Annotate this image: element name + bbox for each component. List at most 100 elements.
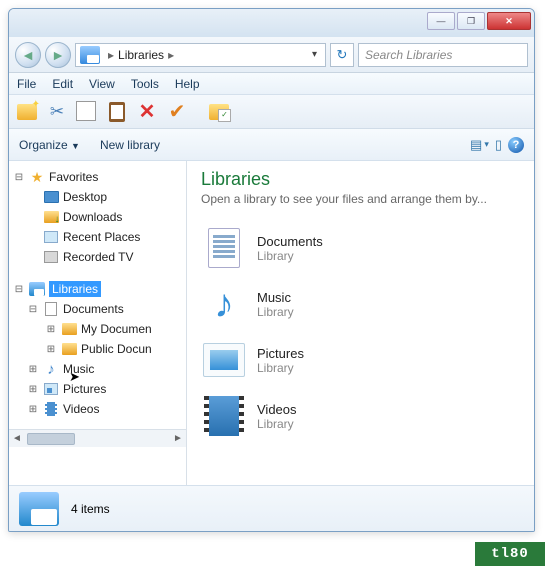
copy-icon <box>78 103 96 121</box>
chevron-down-icon: ▼ <box>71 141 80 151</box>
tree-label-selected: Libraries <box>49 281 101 297</box>
breadcrumb-separator: ▸ <box>108 48 114 62</box>
folder-icon <box>62 323 77 335</box>
folder-icon <box>62 343 77 355</box>
library-item-pictures[interactable]: PicturesLibrary <box>201 332 520 388</box>
explorer-window: — ❐ ✕ ◄ ► ▸ Libraries ▸ ▾ ↻ Search Libra… <box>8 8 535 532</box>
videos-icon <box>209 396 239 436</box>
new-folder-icon <box>17 104 37 120</box>
menu-file[interactable]: File <box>17 77 36 91</box>
tree-pictures[interactable]: ⊞ Pictures <box>9 379 186 399</box>
new-library-button[interactable]: New library <box>100 138 160 152</box>
organize-button[interactable]: Organize ▼ <box>19 138 80 152</box>
expand-icon[interactable]: ⊞ <box>27 404 39 415</box>
tree-libraries[interactable]: ⊟ Libraries <box>9 279 186 299</box>
menu-tools[interactable]: Tools <box>131 77 159 91</box>
minimize-button[interactable]: — <box>427 12 455 30</box>
back-button[interactable]: ◄ <box>15 42 41 68</box>
copy-button[interactable] <box>75 100 99 124</box>
tree-label: Favorites <box>49 170 98 184</box>
expand-icon[interactable]: ⊞ <box>27 384 39 395</box>
tree-recorded-tv[interactable]: ·Recorded TV <box>9 247 186 267</box>
collapse-icon[interactable]: ⊟ <box>27 304 39 315</box>
content-area: ⊟ ★ Favorites ·Desktop ·Downloads ·Recen… <box>9 161 534 485</box>
help-button[interactable]: ? <box>508 137 524 153</box>
menu-help[interactable]: Help <box>175 77 200 91</box>
toolbar: ✂ ✕ ✔ <box>9 95 534 129</box>
menu-edit[interactable]: Edit <box>52 77 73 91</box>
tree-label: Desktop <box>63 190 107 204</box>
expand-icon[interactable]: ⊞ <box>45 324 57 335</box>
expand-icon[interactable]: ⊞ <box>45 344 57 355</box>
close-button[interactable]: ✕ <box>487 12 531 30</box>
search-input[interactable]: Search Libraries <box>358 43 528 67</box>
scroll-thumb[interactable] <box>27 433 75 445</box>
maximize-button[interactable]: ❐ <box>457 12 485 30</box>
item-name: Videos <box>257 402 297 417</box>
paste-icon <box>109 102 125 122</box>
breadcrumb-item[interactable]: Libraries <box>118 48 164 62</box>
tv-icon <box>44 251 58 263</box>
tree-my-documents[interactable]: ⊞ My Documen <box>9 319 186 339</box>
horizontal-scrollbar[interactable]: ◄ ► <box>9 429 186 447</box>
tree-label: Recorded TV <box>63 250 133 264</box>
breadcrumb-separator[interactable]: ▸ <box>168 48 174 62</box>
tree-videos[interactable]: ⊞Videos <box>9 399 186 419</box>
menu-view[interactable]: View <box>89 77 115 91</box>
item-type: Library <box>257 249 323 263</box>
recent-places-icon <box>44 231 58 243</box>
delete-button[interactable]: ✕ <box>135 100 159 124</box>
tree-label: Recent Places <box>63 230 140 244</box>
star-icon: ★ <box>28 169 46 185</box>
libraries-icon <box>19 492 59 526</box>
item-name: Documents <box>257 234 323 249</box>
desktop-icon <box>44 191 59 203</box>
titlebar[interactable]: — ❐ ✕ <box>9 9 534 37</box>
tree-public-documents[interactable]: ⊞Public Docun <box>9 339 186 359</box>
pictures-icon <box>44 383 58 395</box>
apply-button[interactable]: ✔ <box>165 100 189 124</box>
library-item-documents[interactable]: DocumentsLibrary <box>201 220 520 276</box>
item-type: Library <box>257 305 294 319</box>
tree-documents[interactable]: ⊟Documents <box>9 299 186 319</box>
address-bar[interactable]: ▸ Libraries ▸ ▾ <box>75 43 326 67</box>
videos-icon <box>45 402 57 416</box>
music-icon: ♪ <box>201 282 247 326</box>
item-type: Library <box>257 417 297 431</box>
cut-button[interactable]: ✂ <box>45 100 69 124</box>
expand-icon[interactable]: ⊞ <box>27 364 39 375</box>
breadcrumb-dropdown[interactable]: ▾ <box>308 49 321 60</box>
paste-button[interactable] <box>105 100 129 124</box>
forward-button[interactable]: ► <box>45 42 71 68</box>
navigation-pane[interactable]: ⊟ ★ Favorites ·Desktop ·Downloads ·Recen… <box>9 161 187 485</box>
library-item-music[interactable]: ♪ MusicLibrary <box>201 276 520 332</box>
refresh-button[interactable]: ↻ <box>330 43 354 67</box>
tree-label: Music <box>63 362 94 376</box>
tree-music[interactable]: ⊞♪Music <box>9 359 186 379</box>
library-item-videos[interactable]: VideosLibrary <box>201 388 520 444</box>
scroll-right-icon[interactable]: ► <box>170 433 186 444</box>
page-title: Libraries <box>201 169 520 190</box>
collapse-icon[interactable]: ⊟ <box>13 172 25 183</box>
preview-pane-button[interactable]: ▯ <box>495 137 502 153</box>
new-folder-button[interactable] <box>15 100 39 124</box>
collapse-icon[interactable]: ⊟ <box>13 284 25 295</box>
page-subtitle: Open a library to see your files and arr… <box>201 192 520 206</box>
tree-recent-places[interactable]: ·Recent Places <box>9 227 186 247</box>
nav-bar: ◄ ► ▸ Libraries ▸ ▾ ↻ Search Libraries <box>9 37 534 73</box>
tree-label: Pictures <box>63 382 106 396</box>
scroll-left-icon[interactable]: ◄ <box>9 433 25 444</box>
item-name: Music <box>257 290 294 305</box>
properties-button[interactable] <box>207 100 231 124</box>
tree-label: My Documen <box>81 322 152 336</box>
document-icon <box>45 302 57 316</box>
status-bar: 4 items <box>9 485 534 531</box>
tree-favorites[interactable]: ⊟ ★ Favorites <box>9 167 186 187</box>
tree-downloads[interactable]: ·Downloads <box>9 207 186 227</box>
libraries-icon <box>80 46 100 64</box>
command-bar: Organize ▼ New library ▤▾ ▯ ? <box>9 129 534 161</box>
view-mode-button[interactable]: ▤▾ <box>470 137 489 153</box>
music-icon: ♪ <box>42 361 60 377</box>
main-pane[interactable]: Libraries Open a library to see your fil… <box>187 161 534 485</box>
tree-desktop[interactable]: ·Desktop <box>9 187 186 207</box>
